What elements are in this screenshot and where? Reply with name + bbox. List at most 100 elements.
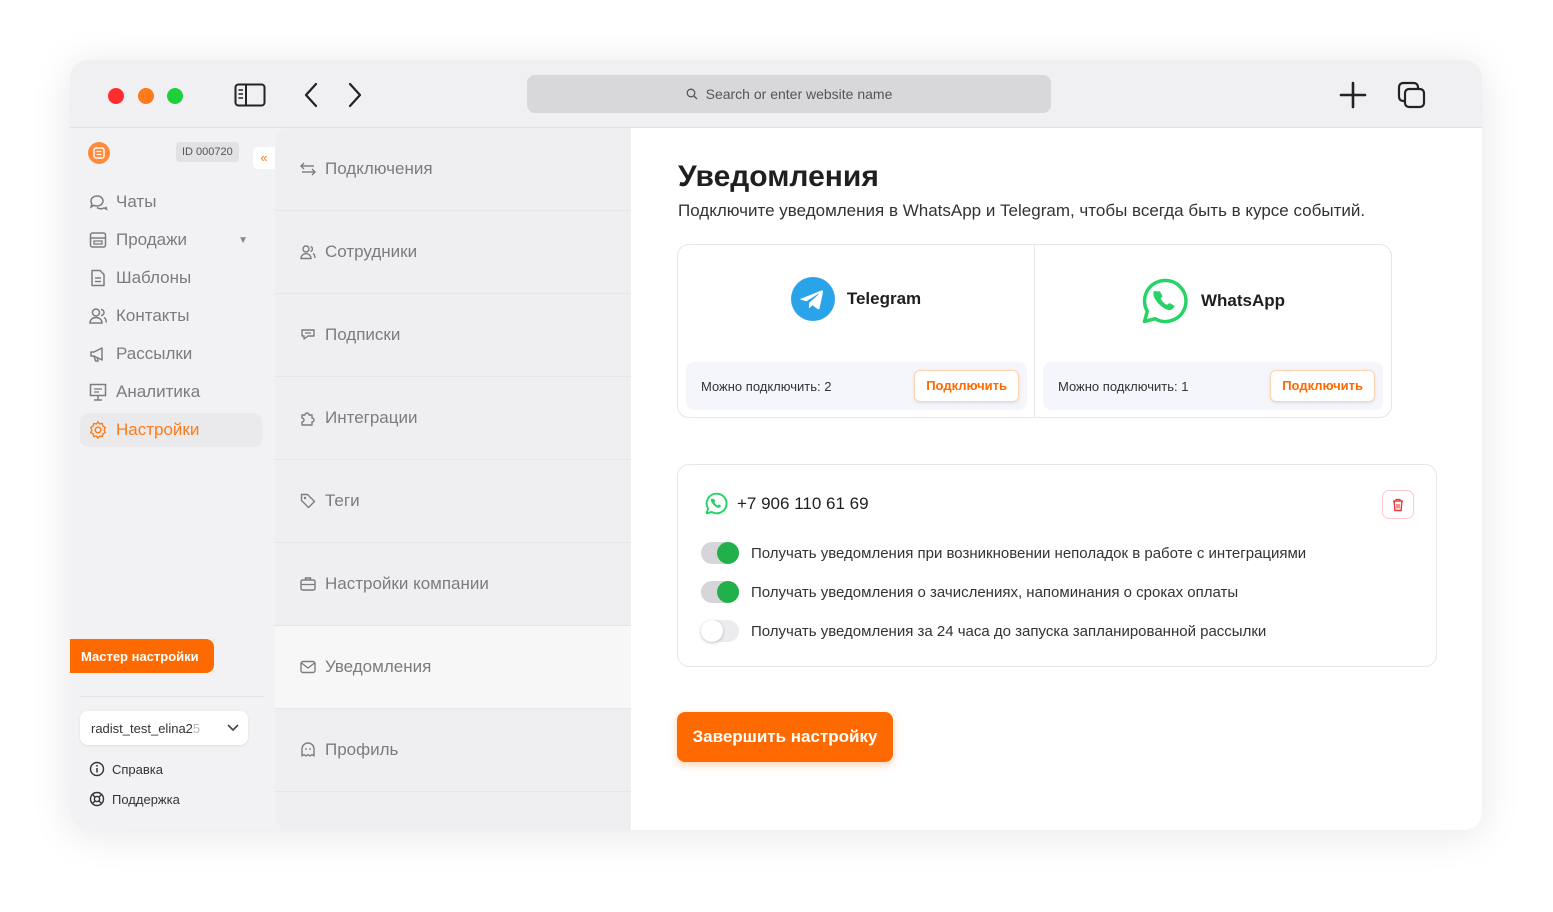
chevron-down-icon: ▼ — [238, 234, 248, 246]
nav-item-contacts[interactable]: Контакты — [80, 299, 262, 333]
settings-label: Профиль — [325, 740, 399, 759]
nav-label: Чаты — [116, 192, 157, 211]
nav-item-analytics[interactable]: Аналитика — [80, 375, 262, 409]
account-id-badge: ID 000720 — [176, 142, 239, 162]
delete-number-button[interactable] — [1382, 490, 1414, 519]
close-window-button[interactable] — [108, 88, 124, 104]
nav-item-sales[interactable]: Продажи ▼ — [80, 223, 262, 257]
briefcase-icon — [300, 577, 316, 591]
telegram-header: Telegram — [678, 277, 1034, 321]
settings-item-tags[interactable]: Теги — [275, 460, 631, 543]
connected-number-card: +7 906 110 61 69 Получать уведомления пр… — [677, 464, 1437, 667]
contacts-icon — [89, 308, 108, 324]
connect-telegram-button[interactable]: Подключить — [914, 370, 1019, 402]
lifebuoy-icon — [89, 791, 105, 807]
sidebar-toggle-icon[interactable] — [233, 80, 267, 110]
nav-label: Контакты — [116, 306, 190, 325]
support-label: Поддержка — [112, 791, 180, 807]
browser-toolbar: Search or enter website name — [70, 60, 1482, 128]
nav-item-templates[interactable]: Шаблоны — [80, 261, 262, 295]
connect-whatsapp-button[interactable]: Подключить — [1270, 370, 1375, 402]
nav-item-chats[interactable]: Чаты — [80, 185, 262, 219]
gear-icon — [90, 421, 106, 439]
mail-icon — [300, 660, 316, 674]
whatsapp-available: Можно подключить: 1 — [1058, 378, 1189, 394]
account-name-fade: 5 — [192, 720, 201, 736]
whatsapp-icon — [1142, 278, 1188, 324]
integration-errors-toggle[interactable] — [701, 542, 739, 564]
settings-label: Настройки компании — [325, 574, 489, 593]
tabs-overview-icon[interactable] — [1395, 80, 1429, 110]
profile-icon — [301, 742, 315, 757]
telegram-available: Можно подключить: 2 — [701, 378, 832, 394]
toggle-knob — [717, 542, 739, 564]
toggle-row-payments: Получать уведомления о зачислениях, напо… — [701, 581, 1238, 603]
setup-wizard-button[interactable]: Мастер настройки — [70, 639, 214, 673]
telegram-footer: Можно подключить: 2 Подключить — [686, 362, 1027, 410]
finish-setup-button[interactable]: Завершить настройку — [677, 712, 893, 762]
nav-label: Продажи — [116, 230, 187, 249]
settings-label: Интеграции — [325, 408, 418, 427]
settings-label: Уведомления — [325, 657, 432, 676]
whatsapp-icon — [705, 492, 728, 515]
account-name: radist_test_elina2 — [91, 720, 193, 736]
new-tab-plus-icon[interactable] — [1336, 80, 1370, 110]
toggle-label: Получать уведомления за 24 часа до запус… — [751, 622, 1267, 640]
telegram-icon — [790, 277, 835, 321]
toggle-knob — [717, 581, 739, 603]
subscription-icon — [301, 329, 315, 340]
mailing-reminder-toggle[interactable] — [701, 620, 739, 642]
settings-label: Подписки — [325, 325, 401, 344]
search-icon — [686, 88, 698, 100]
sidebar-divider — [80, 696, 264, 697]
settings-menu-panel: Подключения Сотрудники Подписки Интеграц… — [275, 128, 631, 830]
chevron-down-icon — [227, 724, 239, 732]
tag-icon — [300, 493, 316, 509]
nav-label: Рассылки — [116, 344, 193, 363]
nav-item-mailings[interactable]: Рассылки — [80, 337, 262, 371]
toggle-row-mailing-reminder: Получать уведомления за 24 часа до запус… — [701, 620, 1266, 642]
users-icon — [300, 245, 316, 260]
toggle-knob — [701, 620, 723, 642]
collapse-sidebar-button[interactable]: « — [253, 147, 275, 169]
nav-label: Аналитика — [116, 382, 201, 401]
app-logo — [88, 142, 110, 164]
settings-item-profile[interactable]: Профиль — [275, 709, 631, 792]
telegram-card: Telegram Можно подключить: 2 Подключить — [678, 245, 1035, 417]
settings-item-connections[interactable]: Подключения — [275, 128, 631, 211]
account-selector[interactable]: radist_test_elina2 5 — [80, 711, 248, 745]
minimize-window-button[interactable] — [138, 88, 154, 104]
forward-arrow-icon[interactable] — [338, 80, 372, 110]
phone-row: +7 906 110 61 69 — [705, 492, 869, 515]
nav-item-settings[interactable]: Настройки — [80, 413, 262, 447]
toggle-label: Получать уведомления при возникновении н… — [751, 544, 1307, 562]
puzzle-icon — [301, 412, 315, 426]
payments-toggle[interactable] — [701, 581, 739, 603]
back-arrow-icon[interactable] — [294, 80, 328, 110]
settings-menu: Подключения Сотрудники Подписки Интеграц… — [275, 128, 631, 830]
settings-label: Подключения — [325, 159, 433, 178]
maximize-window-button[interactable] — [167, 88, 183, 104]
settings-item-notifications[interactable]: Уведомления — [275, 626, 631, 709]
page-title: Уведомления — [678, 160, 879, 193]
settings-item-subscriptions[interactable]: Подписки — [275, 294, 631, 377]
whatsapp-header: WhatsApp — [1035, 277, 1391, 325]
app-sidebar: ID 000720 « Чаты Продажи ▼ Шаблоны Конта… — [70, 128, 275, 830]
trash-icon — [1393, 498, 1403, 511]
address-bar[interactable]: Search or enter website name — [527, 75, 1051, 113]
sales-icon — [89, 232, 107, 248]
settings-item-integrations[interactable]: Интеграции — [275, 377, 631, 460]
page-subtitle: Подключите уведомления в WhatsApp и Tele… — [678, 201, 1366, 220]
help-link[interactable]: Справка — [89, 761, 163, 777]
phone-number: +7 906 110 61 69 — [737, 493, 869, 513]
arrows-icon — [300, 162, 316, 176]
megaphone-icon — [90, 347, 103, 362]
settings-item-company[interactable]: Настройки компании — [275, 543, 631, 626]
chat-icon — [89, 195, 108, 211]
settings-item-employees[interactable]: Сотрудники — [275, 211, 631, 294]
settings-label: Теги — [325, 491, 360, 510]
info-icon — [89, 761, 105, 777]
channel-cards: Telegram Можно подключить: 2 Подключить … — [677, 244, 1392, 418]
telegram-name: Telegram — [846, 289, 922, 308]
support-link[interactable]: Поддержка — [89, 791, 180, 807]
